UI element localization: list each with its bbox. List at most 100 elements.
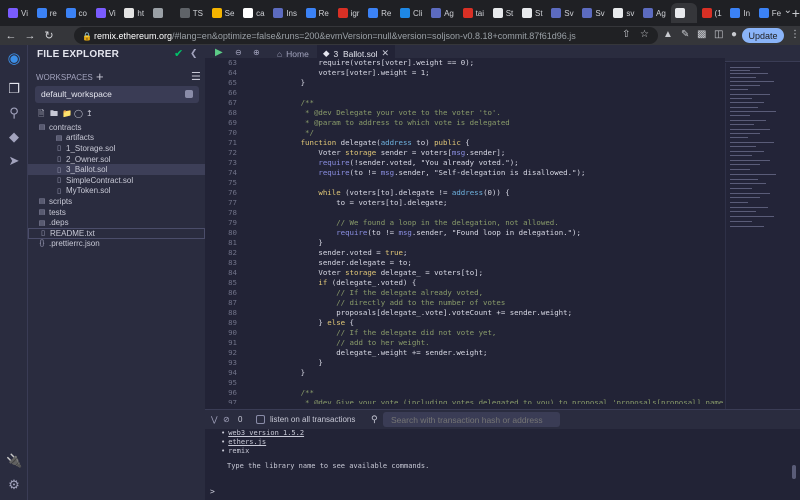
line-number: 96 xyxy=(228,388,237,397)
tree-folder[interactable]: ▤ contracts xyxy=(28,122,205,133)
tree-folder[interactable]: ▤ tests xyxy=(28,207,205,218)
tab-favicon-icon xyxy=(431,8,442,18)
new-tab-button[interactable]: + xyxy=(792,5,800,21)
browser-tab[interactable]: Fe xyxy=(755,3,785,23)
code-line: 91 // add to her weight. xyxy=(205,338,725,348)
remix-logo-icon[interactable]: ◉ xyxy=(6,51,22,67)
new-folder-icon[interactable]: 🖿 xyxy=(50,109,59,118)
clear-console-icon[interactable]: ⊘ xyxy=(223,415,230,424)
metamask-extension-icon[interactable]: ▲ xyxy=(663,29,673,40)
minimap-line xyxy=(730,211,756,212)
forward-icon[interactable]: → xyxy=(22,30,38,42)
tab-favicon-icon xyxy=(124,8,135,18)
minimap-line xyxy=(730,142,774,143)
terminal-scrollbar[interactable] xyxy=(792,465,796,479)
browser-tab[interactable]: tai xyxy=(459,3,488,23)
browser-tab-label: Cli xyxy=(413,8,423,18)
profile-avatar-icon[interactable]: ● xyxy=(731,29,737,40)
solidity-compiler-icon[interactable]: ◆ xyxy=(6,129,22,145)
browser-tab[interactable]: Re xyxy=(302,3,333,23)
file-explorer-icon[interactable]: ❐ xyxy=(6,81,22,97)
tree-file[interactable]: ▯ MyToken.sol xyxy=(28,186,205,197)
search-icon[interactable]: ⚲ xyxy=(6,105,22,121)
browser-tab[interactable] xyxy=(149,3,175,23)
github-icon[interactable]: ◯ xyxy=(74,109,83,118)
browser-tab[interactable]: In xyxy=(726,3,753,23)
tree-file[interactable]: ▯ 2_Owner.sol xyxy=(28,154,205,165)
back-icon[interactable]: ← xyxy=(3,30,19,42)
add-workspace-icon[interactable]: + xyxy=(96,69,104,84)
tab-search-chevron-icon[interactable]: ⌄ xyxy=(784,5,792,16)
browser-tab[interactable]: Ag xyxy=(639,3,669,23)
tree-file[interactable]: {} .prettierrc.json xyxy=(28,239,205,250)
chevron-down-icon[interactable]: ⋁ xyxy=(211,415,218,424)
puzzle-extensions-icon[interactable]: ▩ xyxy=(697,29,706,40)
browser-tab[interactable]: re xyxy=(33,3,61,23)
reload-icon[interactable]: ↻ xyxy=(41,29,57,42)
browser-tab[interactable]: (1 xyxy=(698,3,726,23)
browser-tab[interactable]: ca xyxy=(239,3,268,23)
share-icon[interactable]: ⇧ xyxy=(622,29,630,40)
extension-icon[interactable]: ✎ xyxy=(681,29,689,40)
tree-file[interactable]: ▯ 1_Storage.sol xyxy=(28,143,205,154)
tree-folder[interactable]: ▤ .deps xyxy=(28,217,205,228)
tree-file[interactable]: ▯ SimpleContract.sol xyxy=(28,175,205,186)
code-line: 94 } xyxy=(205,368,725,378)
code-token: msg xyxy=(451,148,466,157)
tab-ballot-label: 3_Ballot.sol xyxy=(333,48,378,59)
terminal-prompt[interactable]: > xyxy=(210,487,215,496)
browser-tab[interactable]: St xyxy=(518,3,546,23)
listen-checkbox[interactable] xyxy=(256,415,265,424)
code-token: (delegate_.voted) { xyxy=(327,278,417,287)
browser-tab[interactable]: Vi xyxy=(92,3,120,23)
folder-icon: ▤ xyxy=(38,209,46,217)
browser-tab[interactable]: sv xyxy=(609,3,638,23)
tree-file[interactable]: ▯ README.txt xyxy=(28,227,205,239)
tab-favicon-icon xyxy=(758,8,769,18)
run-play-icon[interactable]: ▶ xyxy=(215,47,223,58)
bookmark-star-icon[interactable]: ☆ xyxy=(640,29,649,40)
browser-tab[interactable]: Ag xyxy=(427,3,457,23)
code-line: 81 } xyxy=(205,238,725,248)
editor-minimap[interactable] xyxy=(725,63,800,409)
zoom-out-icon[interactable]: ⊖ xyxy=(235,48,242,57)
browser-tab[interactable]: ht xyxy=(120,3,147,23)
browser-tab[interactable]: Sv xyxy=(578,3,608,23)
browser-tab[interactable]: TS xyxy=(176,3,207,23)
tree-file[interactable]: ▯ 3_Ballot.sol xyxy=(28,164,205,175)
browser-menu-icon[interactable]: ⋮ xyxy=(790,29,800,40)
side-panel-icon[interactable]: ◫ xyxy=(714,29,723,40)
update-button[interactable]: Update xyxy=(742,28,784,43)
browser-tab[interactable]: igr xyxy=(334,3,364,23)
browser-tab-label: Vi xyxy=(21,8,28,18)
minimap-line xyxy=(730,107,758,108)
zoom-in-icon[interactable]: ⊕ xyxy=(253,48,260,57)
browser-tab[interactable]: Cli xyxy=(396,3,426,23)
new-file-icon[interactable]: 🗎 xyxy=(38,109,47,118)
workspace-select[interactable]: default_workspace xyxy=(35,86,199,103)
deploy-run-icon[interactable]: ➤ xyxy=(6,153,22,169)
tab-favicon-icon xyxy=(551,8,562,18)
workspace-menu-icon[interactable]: ☰ xyxy=(191,70,201,83)
address-bar[interactable]: 🔒 remix.ethereum.org/#lang=en&optimize=f… xyxy=(74,27,658,44)
terminal-line[interactable]: • ethers.js xyxy=(221,438,266,446)
upload-icon[interactable]: ↥ xyxy=(86,109,95,118)
browser-tab[interactable]: Re xyxy=(364,3,395,23)
browser-tab[interactable]: Sv xyxy=(547,3,577,23)
browser-tab[interactable] xyxy=(670,3,697,23)
browser-tab[interactable]: Se xyxy=(208,3,238,23)
tree-folder[interactable]: ▤ artifacts xyxy=(28,133,205,144)
browser-tab[interactable]: St xyxy=(489,3,517,23)
browser-tab[interactable]: Vi xyxy=(4,3,32,23)
settings-gear-icon[interactable]: ⚙ xyxy=(6,477,22,493)
code-token: (to != xyxy=(367,228,399,237)
tree-folder[interactable]: ▤ scripts xyxy=(28,196,205,207)
open-folder-icon[interactable]: 📁 xyxy=(62,109,72,118)
chevron-left-icon[interactable]: ❮ xyxy=(190,48,198,59)
transaction-search-input[interactable] xyxy=(383,412,560,427)
terminal-line[interactable]: • web3 version 1.5.2 xyxy=(221,429,304,437)
code-editor[interactable]: 63 require(voters[voter].weight == 0); 64… xyxy=(205,58,725,404)
plugin-manager-icon[interactable]: 🔌 xyxy=(6,453,22,469)
browser-tab[interactable]: Ins xyxy=(269,3,300,23)
browser-tab[interactable]: co xyxy=(62,3,91,23)
